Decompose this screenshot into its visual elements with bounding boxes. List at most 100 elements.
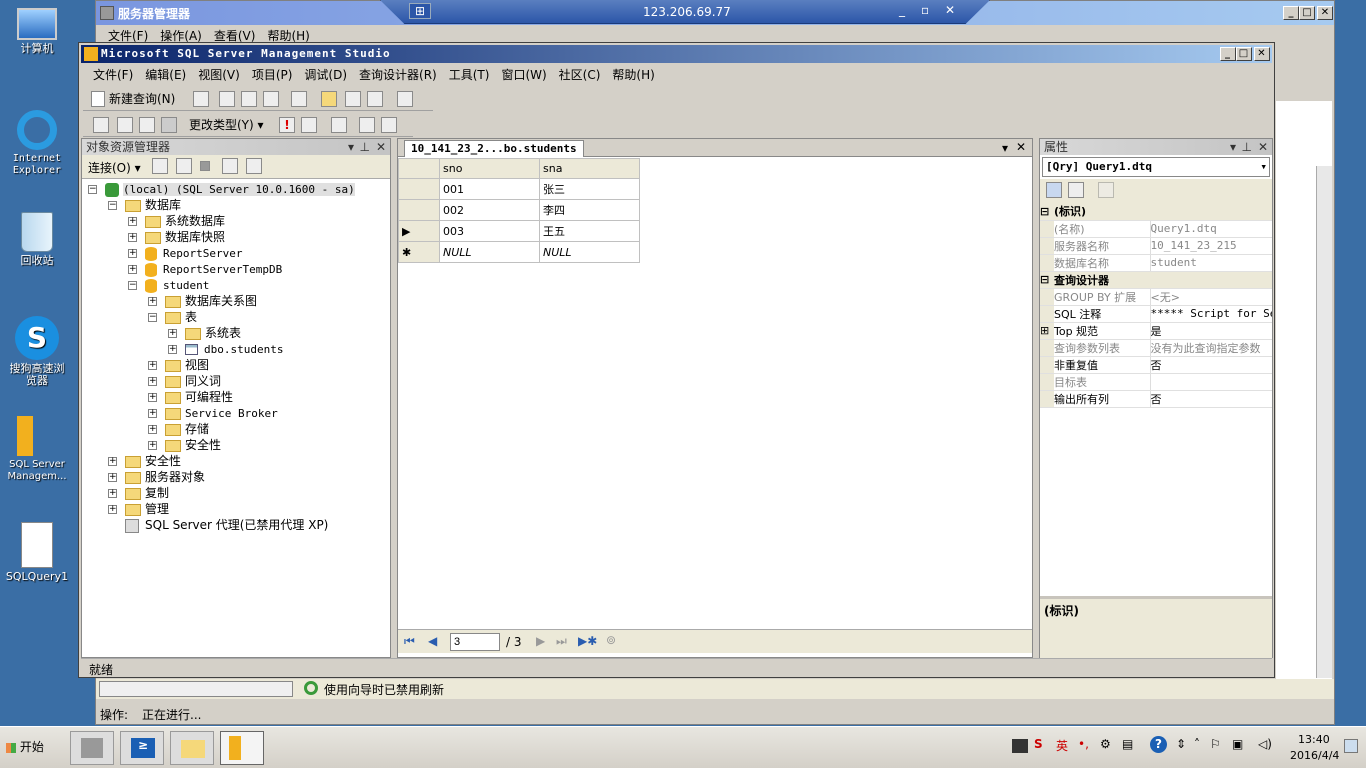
tree-system-databases[interactable]: + 系统数据库	[128, 213, 225, 229]
new-file-icon[interactable]	[193, 91, 209, 107]
tree-reportserver[interactable]: + ReportServer	[128, 245, 242, 261]
next-record-icon[interactable]: ▶	[536, 634, 545, 648]
column-header-sna[interactable]: sna	[539, 158, 640, 179]
tab-students[interactable]: 10_141_23_2...bo.students	[404, 140, 584, 157]
property-row[interactable]: 查询参数列表 没有为此查询指定参数	[1040, 339, 1272, 357]
network-icon[interactable]: ▣	[1232, 737, 1243, 751]
pane-dropdown-icon[interactable]: ▾	[1230, 139, 1236, 155]
object-selector[interactable]: [Qry] Query1.dtq ▾	[1042, 157, 1270, 177]
table-row[interactable]: 001 张三	[398, 178, 640, 200]
tree-replication[interactable]: + 复制	[108, 485, 169, 501]
tree-security[interactable]: + 安全性	[108, 453, 181, 469]
table-row[interactable]: ▶ 003 王五	[398, 220, 640, 242]
activity-monitor-icon[interactable]	[397, 91, 413, 107]
show-desktop-icon[interactable]	[1344, 739, 1358, 753]
tree-tables[interactable]: − 表	[148, 309, 197, 325]
pane-close-icon[interactable]: ✕	[1258, 139, 1268, 155]
rdp-restore[interactable]: ▫	[921, 3, 929, 17]
property-row[interactable]: SQL 注释 ***** Script for Sel	[1040, 305, 1272, 323]
ime-settings-icon[interactable]: ⚙	[1100, 737, 1111, 751]
property-row[interactable]: ⊞ Top 规范是	[1040, 322, 1272, 340]
connect-button[interactable]: 连接(O) ▾	[88, 159, 141, 176]
ime-tools-icon[interactable]: ▤	[1122, 737, 1133, 751]
stop-icon[interactable]	[200, 161, 210, 171]
cell-sna[interactable]: NULL	[539, 241, 640, 263]
ssms-minimize-button[interactable]: _	[1220, 47, 1236, 61]
menu-edit[interactable]: 编辑(E)	[139, 65, 192, 85]
pane-pin-icon[interactable]: ⊥	[1242, 139, 1252, 155]
start-button[interactable]: 开始	[2, 733, 52, 761]
desktop-icon-recycle[interactable]: 回收站	[4, 212, 70, 267]
cell-sno[interactable]: NULL	[439, 241, 540, 263]
cell-sno[interactable]: 002	[439, 199, 540, 221]
tree-sql-agent[interactable]: SQL Server 代理(已禁用代理 XP)	[125, 517, 328, 533]
property-row[interactable]: 非重复值否	[1040, 356, 1272, 374]
rdp-close[interactable]: ✕	[945, 3, 955, 17]
menu-community[interactable]: 社区(C)	[553, 65, 607, 85]
previous-record-icon[interactable]: ◀	[428, 634, 437, 648]
menu-query-designer[interactable]: 查询设计器(R)	[353, 65, 443, 85]
menu-debug[interactable]: 调试(D)	[298, 65, 353, 85]
ime-lang[interactable]: 英	[1056, 737, 1068, 754]
property-pages-icon[interactable]	[1098, 182, 1114, 198]
help-icon[interactable]: ?	[1150, 736, 1167, 753]
execute-sql-icon[interactable]: !	[279, 117, 295, 133]
analysis-query-icon[interactable]	[241, 91, 257, 107]
rdp-minimize[interactable]: _	[899, 3, 905, 17]
tray-options-icon[interactable]: ⇕	[1176, 737, 1186, 751]
desktop-icon-computer[interactable]: 计算机	[4, 8, 70, 55]
tree-service-broker[interactable]: + Service Broker	[148, 405, 278, 421]
ime-s-icon[interactable]: S	[1034, 737, 1043, 751]
column-header-sno[interactable]: sno	[439, 158, 540, 179]
taskbar-server-manager[interactable]	[70, 731, 114, 765]
tab-list-dropdown-icon[interactable]: ▾	[1002, 141, 1008, 155]
desktop-icon-sqlquery[interactable]: SQLQuery1	[4, 522, 70, 583]
menu-view[interactable]: 视图(V)	[192, 65, 246, 85]
pane-close-icon[interactable]: ✕	[376, 139, 386, 155]
group-by-icon[interactable]	[331, 117, 347, 133]
menu-help[interactable]: 帮助(H)	[606, 65, 660, 85]
categorized-icon[interactable]	[1046, 182, 1062, 198]
print-icon[interactable]	[367, 91, 383, 107]
cell-sno[interactable]: 003	[439, 220, 540, 242]
tree-views[interactable]: + 视图	[148, 357, 209, 373]
pin-icon[interactable]: ⊞	[409, 3, 431, 19]
save-icon[interactable]	[345, 91, 361, 107]
pane-dropdown-icon[interactable]: ▾	[348, 139, 354, 155]
tree-databases[interactable]: − 数据库	[108, 197, 181, 213]
menu-file[interactable]: 文件(F)	[87, 65, 139, 85]
action-center-flag-icon[interactable]: ⚐	[1210, 737, 1221, 751]
database-engine-query-icon[interactable]	[219, 91, 235, 107]
right-scrollbar[interactable]	[1316, 166, 1332, 678]
tab-close-icon[interactable]: ✕	[1016, 140, 1026, 154]
tree-database-diagrams[interactable]: + 数据库关系图	[148, 293, 257, 309]
property-row[interactable]: (名称) Query1.dtq	[1040, 220, 1272, 238]
minimize-button[interactable]: _	[1283, 6, 1299, 20]
disconnect-icon[interactable]	[176, 158, 192, 174]
row-selector-current[interactable]: ▶	[398, 220, 440, 242]
property-row[interactable]: 数据库名称 student	[1040, 254, 1272, 272]
new-project-icon[interactable]	[291, 91, 307, 107]
taskbar-ssms[interactable]	[220, 731, 264, 765]
ime-punct-icon[interactable]: •,	[1078, 737, 1089, 751]
tree-database-snapshots[interactable]: + 数据库快照	[128, 229, 225, 245]
record-number-input[interactable]	[450, 633, 500, 651]
taskbar-powershell[interactable]: ≥	[120, 731, 164, 765]
alphabetical-icon[interactable]	[1068, 182, 1084, 198]
section-identity[interactable]: ⊟ (标识)	[1040, 203, 1272, 221]
refresh-icon[interactable]	[246, 158, 262, 174]
tree-synonyms[interactable]: + 同义词	[148, 373, 221, 389]
clock-date[interactable]: 2016/4/4	[1290, 749, 1339, 762]
show-results-pane-icon[interactable]	[161, 117, 177, 133]
tree-student[interactable]: − student	[128, 277, 209, 293]
show-sql-pane-icon[interactable]	[139, 117, 155, 133]
new-row[interactable]: ✱ NULL NULL	[398, 241, 640, 263]
last-record-icon[interactable]: ⏭	[556, 634, 567, 649]
property-row[interactable]: 目标表	[1040, 373, 1272, 391]
show-criteria-pane-icon[interactable]	[117, 117, 133, 133]
cell-sna[interactable]: 王五	[539, 220, 640, 242]
horizontal-scrollbar[interactable]	[99, 681, 293, 697]
show-diagram-pane-icon[interactable]	[93, 117, 109, 133]
xmla-query-icon[interactable]	[263, 91, 279, 107]
add-new-derived-table-icon[interactable]	[381, 117, 397, 133]
